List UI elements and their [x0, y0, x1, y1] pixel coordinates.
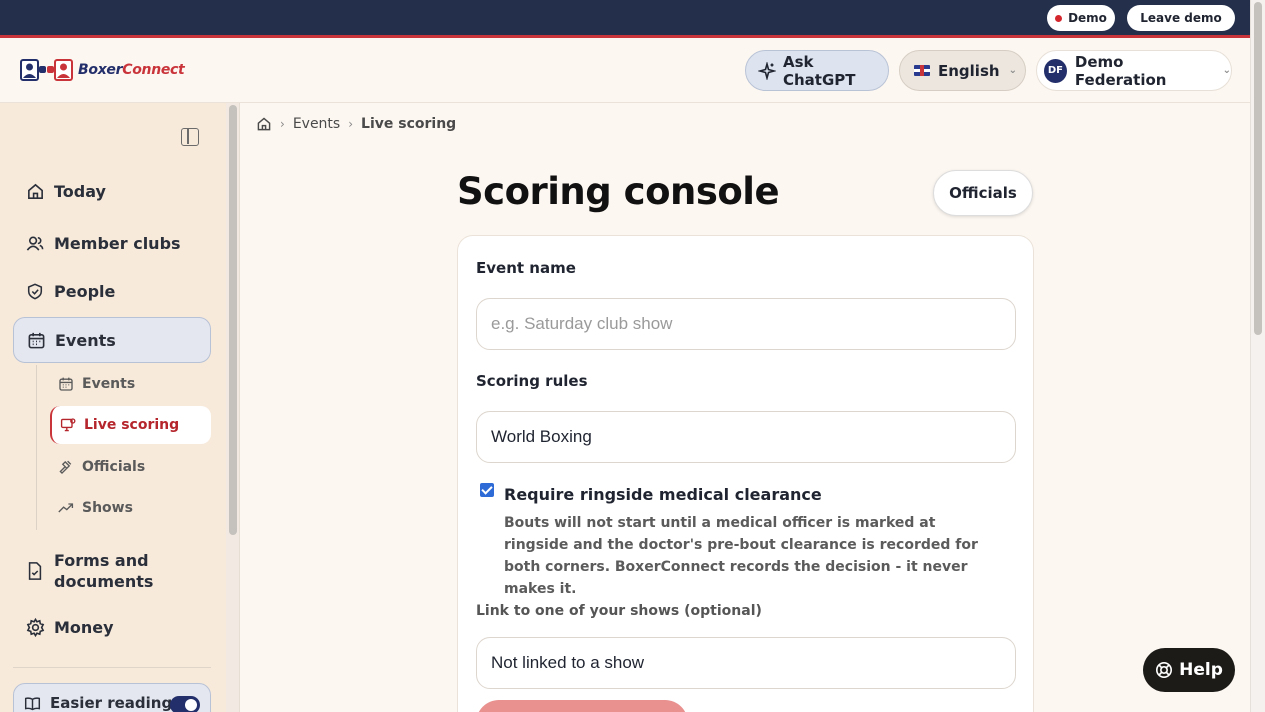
- sidebar-subitem-live-scoring[interactable]: Live scoring: [50, 406, 211, 444]
- easier-reading-toggle[interactable]: Easier reading: [13, 683, 211, 712]
- demo-bar: Demo Leave demo: [0, 0, 1250, 38]
- boxerconnect-logo-icon: [20, 57, 74, 83]
- chevron-right-icon: ›: [348, 117, 354, 131]
- demo-label: Demo: [1068, 11, 1107, 25]
- help-label: Help: [1179, 660, 1223, 680]
- document-icon: [25, 561, 45, 581]
- event-name-input[interactable]: e.g. Saturday club show: [476, 298, 1016, 350]
- sidebar-item-member-clubs[interactable]: Member clubs: [13, 228, 211, 258]
- sidebar-subitem-events[interactable]: Events: [50, 365, 211, 403]
- scoring-rules-select[interactable]: World Boxing: [476, 411, 1016, 463]
- page-scrollbar[interactable]: [1250, 0, 1265, 712]
- event-name-label: Event name: [476, 259, 576, 277]
- uk-flag-icon: [914, 65, 930, 76]
- submit-button[interactable]: [476, 700, 688, 712]
- link-show-select[interactable]: Not linked to a show: [476, 637, 1016, 689]
- gear-icon: [25, 617, 45, 637]
- sidebar-divider: [13, 667, 211, 668]
- breadcrumb: › Events › Live scoring: [256, 116, 456, 132]
- shield-icon: [25, 282, 45, 301]
- sidebar-subitem-officials[interactable]: Officials: [50, 448, 211, 486]
- sidebar-item-label: Money: [54, 617, 114, 637]
- sidebar-subitem-label: Shows: [82, 500, 133, 516]
- sidebar-collapse-icon[interactable]: [181, 128, 199, 146]
- sidebar-scrollbar[interactable]: [226, 103, 240, 712]
- sidebar-item-people[interactable]: People: [13, 276, 211, 306]
- breadcrumb-current: Live scoring: [361, 116, 457, 132]
- logo[interactable]: BoxerConnect: [20, 57, 185, 83]
- submenu-divider: [36, 365, 37, 530]
- users-icon: [25, 234, 45, 253]
- breadcrumb-events[interactable]: Events: [293, 116, 340, 132]
- sparkle-icon: [758, 61, 776, 80]
- sidebar-item-events[interactable]: Events: [13, 317, 211, 363]
- sidebar: Today Member clubs People Events Events …: [0, 103, 226, 712]
- link-show-label: Link to one of your shows (optional): [476, 603, 762, 619]
- calendar-icon: [26, 331, 46, 350]
- sidebar-item-label: Member clubs: [54, 233, 181, 253]
- gavel-icon: [58, 459, 74, 476]
- sidebar-item-label: Today: [54, 181, 106, 201]
- home-icon[interactable]: [256, 116, 272, 132]
- demo-badge: Demo: [1047, 5, 1115, 31]
- sidebar-item-today[interactable]: Today: [13, 176, 211, 206]
- status-dot-icon: [1055, 14, 1063, 22]
- logo-text: BoxerConnect: [78, 62, 185, 78]
- page-title: Scoring console: [457, 170, 780, 213]
- easier-reading-label: Easier reading: [50, 694, 173, 712]
- sidebar-subitem-label: Live scoring: [84, 417, 180, 433]
- page-scroll-thumb[interactable]: [1254, 2, 1262, 335]
- home-icon: [25, 182, 45, 201]
- app-header: BoxerConnect Ask ChatGPT English ⌄ DF De…: [0, 38, 1250, 103]
- calendar-icon: [58, 376, 74, 392]
- logo-text-connect: Connect: [122, 62, 185, 78]
- sidebar-item-forms[interactable]: Forms and documents: [13, 549, 211, 593]
- federation-name: Demo Federation: [1074, 52, 1167, 89]
- trend-icon: [58, 501, 74, 515]
- leave-demo-button[interactable]: Leave demo: [1127, 5, 1235, 31]
- monitor-icon: [60, 417, 76, 433]
- sidebar-subitem-label: Officials: [82, 459, 146, 475]
- language-select[interactable]: English ⌄: [899, 50, 1026, 91]
- ask-chatgpt-label: Ask ChatGPT: [783, 52, 856, 89]
- logo-text-boxer: Boxer: [78, 62, 123, 78]
- sidebar-item-label: Forms and documents: [54, 551, 154, 591]
- sidebar-item-label: People: [54, 281, 116, 301]
- book-icon: [24, 696, 41, 711]
- federation-menu[interactable]: DF Demo Federation ⌄: [1036, 50, 1232, 91]
- chevron-down-icon: ⌄: [1222, 65, 1231, 76]
- sidebar-scroll-thumb[interactable]: [229, 105, 237, 535]
- sidebar-item-label: Events: [55, 330, 116, 350]
- toggle-switch[interactable]: [170, 696, 200, 712]
- medical-clearance-label: Require ringside medical clearance: [504, 485, 822, 504]
- scoring-rules-label: Scoring rules: [476, 372, 588, 390]
- medical-clearance-checkbox[interactable]: [480, 483, 494, 497]
- help-button[interactable]: Help: [1143, 648, 1235, 692]
- officials-button[interactable]: Officials: [933, 170, 1033, 216]
- lifebuoy-icon: [1155, 661, 1173, 679]
- chevron-right-icon: ›: [280, 117, 285, 131]
- sidebar-subitem-shows[interactable]: Shows: [50, 489, 211, 527]
- medical-clearance-description: Bouts will not start until a medical off…: [504, 515, 978, 597]
- language-label: English: [938, 61, 1000, 80]
- sidebar-item-money[interactable]: Money: [13, 612, 211, 642]
- sidebar-subitem-label: Events: [82, 376, 136, 392]
- scoring-form-card: Event name e.g. Saturday club show Scori…: [457, 235, 1034, 712]
- avatar: DF: [1044, 58, 1067, 83]
- ask-chatgpt-button[interactable]: Ask ChatGPT: [745, 50, 889, 91]
- chevron-down-icon: ⌄: [1008, 65, 1017, 76]
